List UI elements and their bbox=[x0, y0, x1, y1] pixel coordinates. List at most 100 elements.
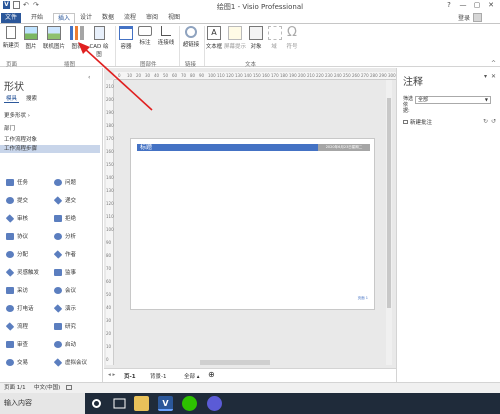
ruler-tick-label: 0 bbox=[118, 73, 121, 78]
tab-process[interactable]: 流程 bbox=[121, 13, 139, 23]
tab-file[interactable]: 文件 bbox=[1, 13, 21, 23]
drawing-page[interactable]: 标题 2020年6月23日星期二 页面 1 bbox=[130, 138, 375, 310]
shapes-pane-title: 形状 bbox=[4, 82, 24, 93]
tab-data[interactable]: 数据 bbox=[99, 13, 117, 23]
minimize-button[interactable]: — bbox=[456, 0, 470, 11]
stencil-item-department[interactable]: 部门 bbox=[4, 124, 15, 132]
page-tab-background[interactable]: 背景-1 bbox=[150, 372, 166, 380]
tab-review[interactable]: 审阅 bbox=[143, 13, 161, 23]
close-pane-icon[interactable]: ✕ bbox=[491, 73, 496, 80]
symbol-button[interactable]: Ω 符号 bbox=[285, 26, 299, 51]
shape-item[interactable]: 启动 bbox=[54, 340, 76, 348]
shape-icon bbox=[53, 195, 63, 205]
group-label-pages: 页面 bbox=[6, 62, 18, 68]
tab-stencils[interactable]: 模具 bbox=[4, 94, 20, 103]
page-tab-all[interactable]: 全部 ▴ bbox=[184, 372, 200, 380]
filter-dropdown[interactable]: 全部 ▼ bbox=[415, 96, 491, 104]
undo-icon[interactable]: ↶ bbox=[23, 1, 30, 9]
new-comment-button[interactable]: 新建批注 bbox=[403, 118, 432, 126]
vertical-scroll-thumb[interactable] bbox=[387, 98, 391, 308]
tab-insert[interactable]: 插入 bbox=[53, 13, 75, 23]
shape-item[interactable]: 交易 bbox=[6, 358, 28, 366]
more-shapes-link[interactable]: 更多形状 › bbox=[4, 111, 30, 119]
shape-item[interactable]: 采访 bbox=[6, 286, 28, 294]
shape-item[interactable]: 审查 bbox=[6, 340, 28, 348]
visio-app-icon: V bbox=[3, 1, 10, 9]
collapse-pane-icon[interactable]: ‹ bbox=[88, 74, 90, 81]
visio-taskbar-icon[interactable]: V bbox=[158, 396, 173, 411]
horizontal-scroll-thumb[interactable] bbox=[200, 360, 270, 365]
online-picture-button[interactable]: 联机图片 bbox=[40, 26, 68, 50]
shape-item[interactable]: 分配 bbox=[6, 250, 28, 258]
ruler-tick-label: 200 bbox=[298, 73, 306, 78]
chart-button[interactable]: 图表 bbox=[70, 26, 84, 50]
shape-icon bbox=[53, 249, 63, 259]
add-page-button[interactable]: ⊕ bbox=[208, 370, 215, 379]
shape-item[interactable]: 会议 bbox=[54, 286, 76, 294]
page-tab-1[interactable]: 页-1 bbox=[124, 372, 136, 380]
container-button[interactable]: 容器 bbox=[119, 26, 133, 50]
app-icon[interactable] bbox=[207, 396, 222, 411]
shape-item[interactable]: 打电话 bbox=[6, 304, 34, 312]
callout-button[interactable]: 标注 bbox=[138, 26, 152, 46]
taskbar-search-box[interactable]: 输入内容 bbox=[0, 393, 85, 414]
wechat-icon[interactable] bbox=[182, 396, 197, 411]
ruler-tick-label: 50 bbox=[163, 73, 169, 78]
object-button[interactable]: 对象 bbox=[249, 26, 263, 50]
new-page-button[interactable]: 新建页 bbox=[2, 26, 20, 49]
ruler-tick-label: 200 bbox=[106, 97, 114, 102]
hyperlink-button[interactable]: 超链接 bbox=[181, 26, 201, 48]
shape-item[interactable]: 虚拟会议 bbox=[53, 357, 87, 367]
cortana-icon[interactable] bbox=[92, 399, 101, 408]
shape-item[interactable]: 分析 bbox=[54, 232, 76, 240]
ruler-tick-label: 20 bbox=[136, 73, 142, 78]
refresh-all-icon[interactable]: ↺ bbox=[491, 118, 496, 125]
tab-home[interactable]: 开始 bbox=[26, 13, 48, 23]
textbox-button[interactable]: A 文本框 bbox=[205, 26, 223, 50]
task-view-icon[interactable] bbox=[112, 396, 127, 411]
cad-drawing-button[interactable]: CAD 绘图 bbox=[87, 26, 111, 58]
shape-item[interactable]: 监事 bbox=[54, 268, 76, 276]
connector-button[interactable]: 连接线 bbox=[156, 26, 176, 46]
macro-icon[interactable] bbox=[66, 385, 72, 390]
shape-item[interactable]: 审核 bbox=[5, 213, 28, 223]
redo-icon[interactable]: ↷ bbox=[33, 1, 40, 9]
login-link[interactable]: 登录 bbox=[458, 13, 470, 22]
shape-item[interactable]: 拒绝 bbox=[54, 214, 76, 222]
shape-item[interactable]: 作者 bbox=[53, 249, 76, 259]
pane-options-icon[interactable]: ▾ bbox=[484, 73, 487, 80]
picture-button[interactable]: 图片 bbox=[24, 26, 38, 50]
help-button[interactable]: ? bbox=[442, 0, 456, 11]
screentip-button[interactable]: 屏幕提示 bbox=[223, 26, 247, 50]
title-bar: V ↶ ↷ 绘图1 - Visio Professional ? — ▢ ✕ bbox=[0, 0, 500, 12]
field-button[interactable]: 域 bbox=[268, 26, 282, 50]
shape-item[interactable]: 研究 bbox=[54, 322, 76, 330]
page-title-bar[interactable]: 标题 2020年6月23日星期二 bbox=[137, 144, 370, 151]
tab-view[interactable]: 视图 bbox=[165, 13, 183, 23]
collapse-ribbon-icon[interactable]: ^ bbox=[491, 60, 496, 67]
shape-item[interactable]: 灵感触发 bbox=[5, 267, 39, 277]
status-bar: 页面 1/1 中文(中国) bbox=[0, 382, 500, 393]
shape-item[interactable]: 任务 bbox=[6, 178, 28, 186]
shape-item[interactable]: 提交 bbox=[6, 196, 28, 204]
close-button[interactable]: ✕ bbox=[484, 0, 498, 11]
ruler-tick-label: 190 bbox=[289, 73, 297, 78]
page-nav-arrows[interactable]: ◂ ▸ bbox=[108, 372, 115, 378]
shapes-tabs: 模具 搜索 bbox=[4, 94, 39, 103]
shape-item[interactable]: 协议 bbox=[6, 232, 28, 240]
shape-item[interactable]: 演示 bbox=[53, 303, 76, 313]
shape-item[interactable]: 递交 bbox=[53, 195, 76, 205]
ruler-tick-label: 60 bbox=[106, 279, 112, 284]
tab-design[interactable]: 设计 bbox=[77, 13, 95, 23]
stencil-item-workflow-objects[interactable]: 工作流程对象 bbox=[4, 135, 37, 143]
tab-search[interactable]: 搜索 bbox=[24, 94, 39, 103]
maximize-button[interactable]: ▢ bbox=[470, 0, 484, 11]
avatar[interactable] bbox=[473, 13, 482, 22]
shape-item[interactable]: 问题 bbox=[54, 178, 76, 186]
stencil-item-workflow-steps[interactable]: 工作流程步骤 bbox=[0, 145, 100, 153]
window-title: 绘图1 - Visio Professional bbox=[216, 3, 304, 11]
shape-item[interactable]: 流程 bbox=[5, 321, 28, 331]
save-icon[interactable] bbox=[13, 1, 20, 9]
refresh-icon[interactable]: ↻ bbox=[483, 118, 488, 125]
file-explorer-icon[interactable] bbox=[134, 396, 149, 411]
